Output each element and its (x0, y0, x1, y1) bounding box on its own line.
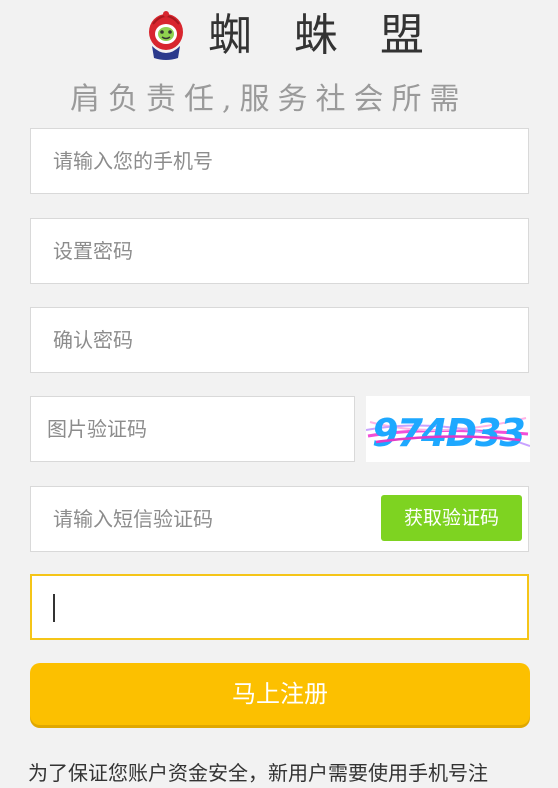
password-input[interactable] (31, 219, 528, 283)
confirm-password-field[interactable] (30, 307, 529, 373)
password-field[interactable] (30, 218, 529, 284)
get-sms-code-button[interactable]: 获取验证码 (381, 495, 522, 541)
spider-hero-mascot-icon (149, 11, 183, 60)
slogan: 肩负责任,服务社会所需 (70, 82, 468, 117)
captcha-text: 974D33 (372, 411, 524, 455)
image-code-input[interactable] (31, 397, 354, 461)
text-caret (53, 594, 55, 622)
brand-name: 蜘 蛛 盟 (208, 10, 438, 61)
header: 蜘 蛛 盟 肩负责任,服务社会所需 (0, 0, 558, 120)
captcha-image[interactable]: 974D33 (366, 396, 530, 462)
image-code-field[interactable] (30, 396, 355, 462)
confirm-password-input[interactable] (31, 308, 528, 372)
phone-field[interactable] (30, 128, 529, 194)
active-input[interactable] (32, 576, 527, 638)
active-input-field[interactable] (30, 574, 529, 640)
security-notice: 为了保证您账户资金安全，新用户需要使用手机号注 (28, 761, 488, 785)
phone-input[interactable] (31, 129, 528, 193)
register-button[interactable]: 马上注册 (30, 663, 530, 725)
